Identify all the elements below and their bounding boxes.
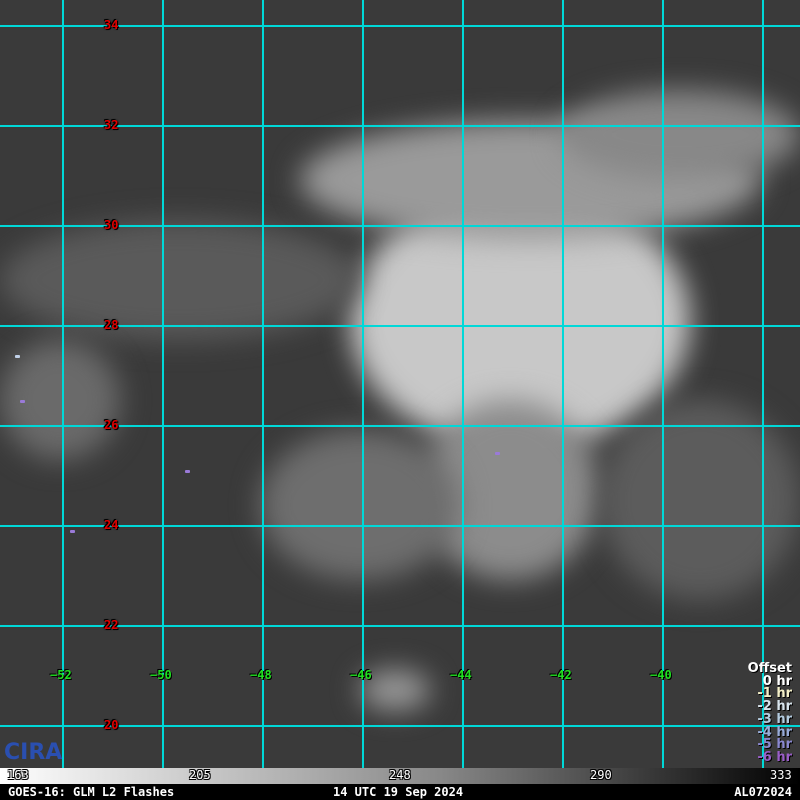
grid-line bbox=[0, 525, 800, 527]
colorbar: 163 205 248 290 333 bbox=[0, 768, 800, 784]
longitude-label: −48 bbox=[250, 668, 272, 682]
latitude-label: 28 bbox=[104, 318, 119, 332]
grid-line bbox=[662, 0, 664, 768]
product-label: GOES-16: GLM L2 Flashes bbox=[8, 785, 175, 799]
longitude-label: −52 bbox=[50, 668, 72, 682]
cira-logo: CIRA bbox=[4, 740, 62, 765]
grid-line bbox=[462, 0, 464, 768]
grid-line bbox=[0, 625, 800, 627]
logo-text: CIRA bbox=[4, 740, 63, 765]
grid-line bbox=[0, 25, 800, 27]
latitude-label: 32 bbox=[104, 118, 119, 132]
colorbar-tick: 290 bbox=[590, 768, 612, 782]
latitude-label: 20 bbox=[104, 718, 119, 732]
latitude-label: 30 bbox=[104, 218, 119, 232]
grid-line bbox=[0, 425, 800, 427]
footer-bar: GOES-16: GLM L2 Flashes 14 UTC 19 Sep 20… bbox=[0, 784, 800, 800]
grid-line bbox=[362, 0, 364, 768]
colorbar-tick: 333 bbox=[770, 768, 792, 782]
latitude-label: 26 bbox=[104, 418, 119, 432]
colorbar-tick: 205 bbox=[189, 768, 211, 782]
colorbar-tick: 163 bbox=[7, 768, 29, 782]
offset-legend: Offset 0 hr -1 hr -2 hr -3 hr -4 hr -5 h… bbox=[748, 662, 792, 765]
grid-line bbox=[0, 125, 800, 127]
grid-line bbox=[0, 325, 800, 327]
longitude-label: −46 bbox=[350, 668, 372, 682]
longitude-label: −42 bbox=[550, 668, 572, 682]
grid-line bbox=[762, 0, 764, 768]
grid-line bbox=[0, 725, 800, 727]
latitude-label: 22 bbox=[104, 618, 119, 632]
legend-item: -6 hr bbox=[757, 749, 792, 765]
grid-line bbox=[0, 225, 800, 227]
colorbar-tick: 248 bbox=[389, 768, 411, 782]
satellite-viewer: 34 32 30 28 26 24 22 20 −52 −50 −48 −46 … bbox=[0, 0, 800, 800]
latitude-label: 34 bbox=[104, 18, 119, 32]
longitude-label: −50 bbox=[150, 668, 172, 682]
grid-line bbox=[162, 0, 164, 768]
longitude-label: −44 bbox=[450, 668, 472, 682]
grid-line bbox=[62, 0, 64, 768]
satellite-image: 34 32 30 28 26 24 22 20 −52 −50 −48 −46 … bbox=[0, 0, 800, 768]
latitude-label: 24 bbox=[104, 518, 119, 532]
grid-line bbox=[262, 0, 264, 768]
grid-line bbox=[562, 0, 564, 768]
timestamp: 14 UTC 19 Sep 2024 bbox=[333, 785, 464, 799]
storm-id: AL072024 bbox=[734, 785, 792, 799]
longitude-label: −40 bbox=[650, 668, 672, 682]
